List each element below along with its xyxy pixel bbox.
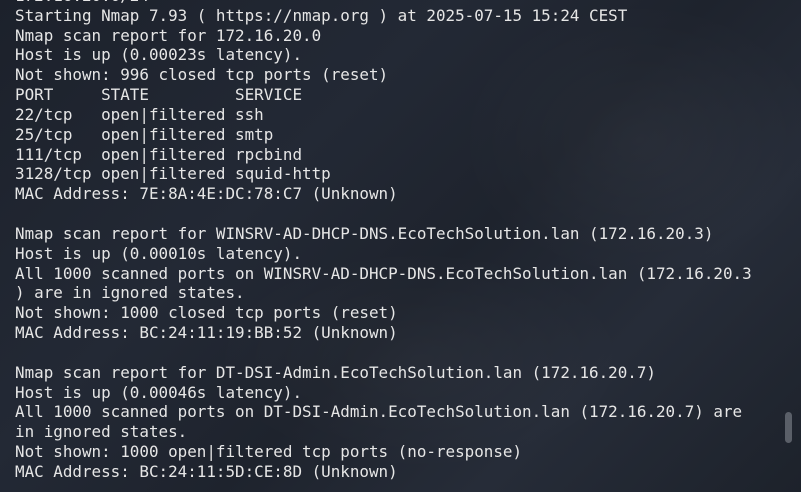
scrollbar-thumb[interactable] <box>785 412 792 443</box>
terminal-line: Host is up (0.00046s latency). <box>15 382 303 402</box>
terminal-line: MAC Address: BC:24:11:19:BB:52 (Unknown) <box>15 323 398 343</box>
terminal-line: Not shown: 1000 closed tcp ports (reset) <box>15 303 398 323</box>
terminal-line: 22/tcp open|filtered ssh <box>15 104 264 124</box>
terminal-line: PORT STATE SERVICE <box>15 85 303 105</box>
terminal-line: Not shown: 996 closed tcp ports (reset) <box>15 65 389 85</box>
terminal-line: Not shown: 1000 open|filtered tcp ports … <box>15 442 523 462</box>
terminal-line: Host is up (0.00010s latency). <box>15 243 303 263</box>
terminal-output[interactable]: 172.16.20.0/24Starting Nmap 7.93 ( https… <box>15 0 785 482</box>
terminal-line: MAC Address: BC:24:11:5D:CE:8D (Unknown) <box>15 461 398 481</box>
terminal-line: All 1000 scanned ports on WINSRV-AD-DHCP… <box>15 263 752 283</box>
terminal-line: Starting Nmap 7.93 ( https://nmap.org ) … <box>15 5 628 25</box>
terminal-line: Nmap scan report for WINSRV-AD-DHCP-DNS.… <box>15 223 714 243</box>
terminal-line: 3128/tcp open|filtered squid-http <box>15 164 331 184</box>
terminal-line: ) are in ignored states. <box>15 283 245 303</box>
terminal-line: 111/tcp open|filtered rpcbind <box>15 144 303 164</box>
terminal-line: Nmap scan report for DT-DSI-Admin.EcoTec… <box>15 362 656 382</box>
terminal-line: Nmap scan report for 172.16.20.0 <box>15 25 322 45</box>
terminal-line: MAC Address: 7E:8A:4E:DC:78:C7 (Unknown) <box>15 184 398 204</box>
terminal-line: Host is up (0.00023s latency). <box>15 45 303 65</box>
terminal-line: All 1000 scanned ports on DT-DSI-Admin.E… <box>15 402 743 422</box>
terminal-line: in ignored states. <box>15 422 188 442</box>
terminal-line: 25/tcp open|filtered smtp <box>15 124 274 144</box>
